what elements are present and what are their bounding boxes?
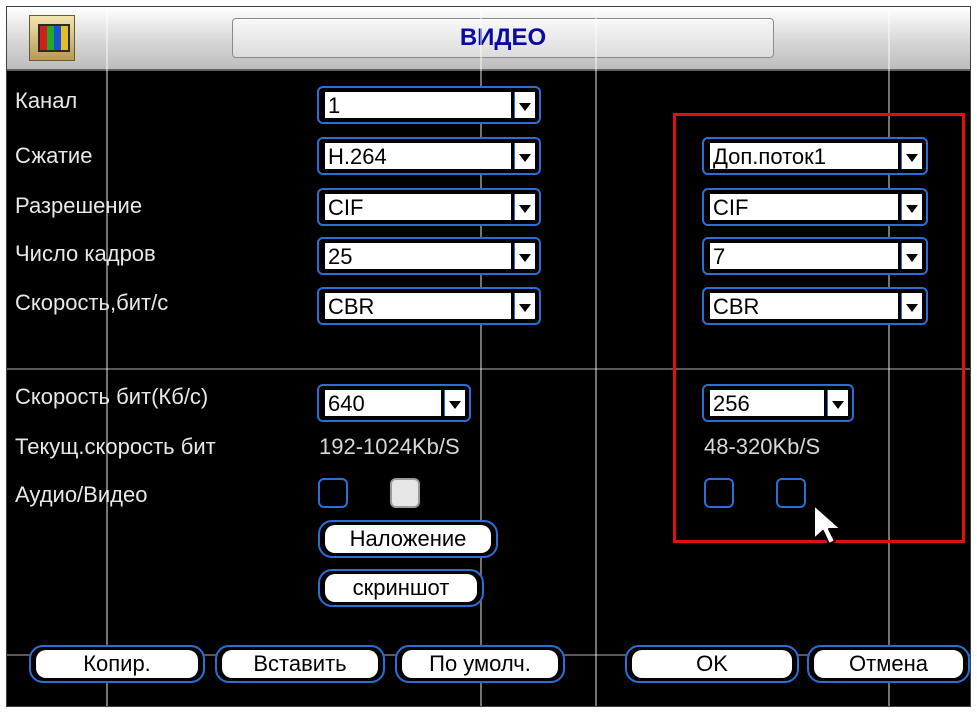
copy-button[interactable]: Копир. xyxy=(29,645,205,683)
chevron-down-icon xyxy=(444,390,465,416)
extra-bitrate-type-value: CBR xyxy=(710,293,898,319)
title-bar: ВИДЕО xyxy=(7,7,970,71)
current-bitrate-value: 192-1024Kb/S xyxy=(319,434,460,459)
cancel-button[interactable]: Отмена xyxy=(807,645,970,683)
default-button[interactable]: По умолч. xyxy=(395,645,565,683)
chevron-down-icon xyxy=(514,92,535,118)
video-settings-window: ВИДЕО Канал Сжатие Разрешение Число кадр… xyxy=(6,6,971,707)
chevron-down-icon xyxy=(901,243,922,269)
label-frame-rate: Число кадров xyxy=(15,241,156,266)
cancel-button-label: Отмена xyxy=(814,650,963,678)
label-bitrate: Скорость бит(Кб/с) xyxy=(15,384,209,409)
bitrate-dropdown[interactable]: 640 xyxy=(317,384,471,422)
bitrate-value: 640 xyxy=(325,390,441,416)
extra-bitrate-type-dropdown[interactable]: CBR xyxy=(702,287,928,325)
label-current-bitrate: Текущ.скорость бит xyxy=(15,434,216,459)
extra-bitrate-value: 256 xyxy=(710,390,824,416)
mouse-pointer-icon xyxy=(813,504,842,545)
chevron-down-icon xyxy=(901,143,922,169)
snapshot-button-label: скриншот xyxy=(325,574,477,602)
frame-rate-value: 25 xyxy=(325,243,511,269)
grid-line xyxy=(595,7,597,706)
extra-current-bitrate-value: 48-320Kb/S xyxy=(704,434,821,459)
bitrate-type-value: CBR xyxy=(325,293,511,319)
channel-dropdown[interactable]: 1 xyxy=(317,86,541,124)
compression-dropdown[interactable]: H.264 xyxy=(317,137,541,175)
chevron-down-icon xyxy=(514,143,535,169)
extra-bitrate-dropdown[interactable]: 256 xyxy=(702,384,854,422)
label-compression: Сжатие xyxy=(15,143,93,168)
paste-button-label: Вставить xyxy=(222,650,378,678)
main-audio-checkbox[interactable] xyxy=(318,478,348,508)
bitrate-type-dropdown[interactable]: CBR xyxy=(317,287,541,325)
chevron-down-icon xyxy=(514,243,535,269)
chevron-down-icon xyxy=(514,293,535,319)
resolution-value: CIF xyxy=(325,194,511,220)
ok-button-label: OK xyxy=(632,650,792,678)
compression-value: H.264 xyxy=(325,143,511,169)
chevron-down-icon xyxy=(514,194,535,220)
stream-value: Доп.поток1 xyxy=(710,143,898,169)
overlay-button[interactable]: Наложение xyxy=(318,520,498,558)
snapshot-button[interactable]: скриншот xyxy=(318,569,484,607)
ok-button[interactable]: OK xyxy=(625,645,799,683)
grid-line xyxy=(106,7,108,706)
resolution-dropdown[interactable]: CIF xyxy=(317,188,541,226)
extra-audio-checkbox[interactable] xyxy=(704,478,734,508)
section-divider xyxy=(7,368,970,370)
label-bitrate-type: Скорость,бит/с xyxy=(15,290,169,315)
chevron-down-icon xyxy=(827,390,848,416)
extra-frame-rate-dropdown[interactable]: 7 xyxy=(702,237,928,275)
window-title: ВИДЕО xyxy=(459,24,547,51)
video-app-icon xyxy=(29,15,75,61)
label-channel: Канал xyxy=(15,88,78,113)
extra-video-checkbox[interactable] xyxy=(776,478,806,508)
channel-value: 1 xyxy=(325,92,511,118)
label-resolution: Разрешение xyxy=(15,193,143,218)
title-field: ВИДЕО xyxy=(232,18,774,58)
paste-button[interactable]: Вставить xyxy=(215,645,385,683)
main-video-checkbox[interactable] xyxy=(390,478,420,508)
extra-resolution-value: CIF xyxy=(710,194,898,220)
chevron-down-icon xyxy=(901,194,922,220)
label-audio-video: Аудио/Видео xyxy=(15,482,148,507)
frame-rate-dropdown[interactable]: 25 xyxy=(317,237,541,275)
extra-resolution-dropdown[interactable]: CIF xyxy=(702,188,928,226)
grid-line xyxy=(888,7,890,706)
stream-dropdown[interactable]: Доп.поток1 xyxy=(702,137,928,175)
extra-frame-rate-value: 7 xyxy=(710,243,898,269)
default-button-label: По умолч. xyxy=(402,650,558,678)
copy-button-label: Копир. xyxy=(36,650,198,678)
chevron-down-icon xyxy=(901,293,922,319)
overlay-button-label: Наложение xyxy=(325,525,491,553)
